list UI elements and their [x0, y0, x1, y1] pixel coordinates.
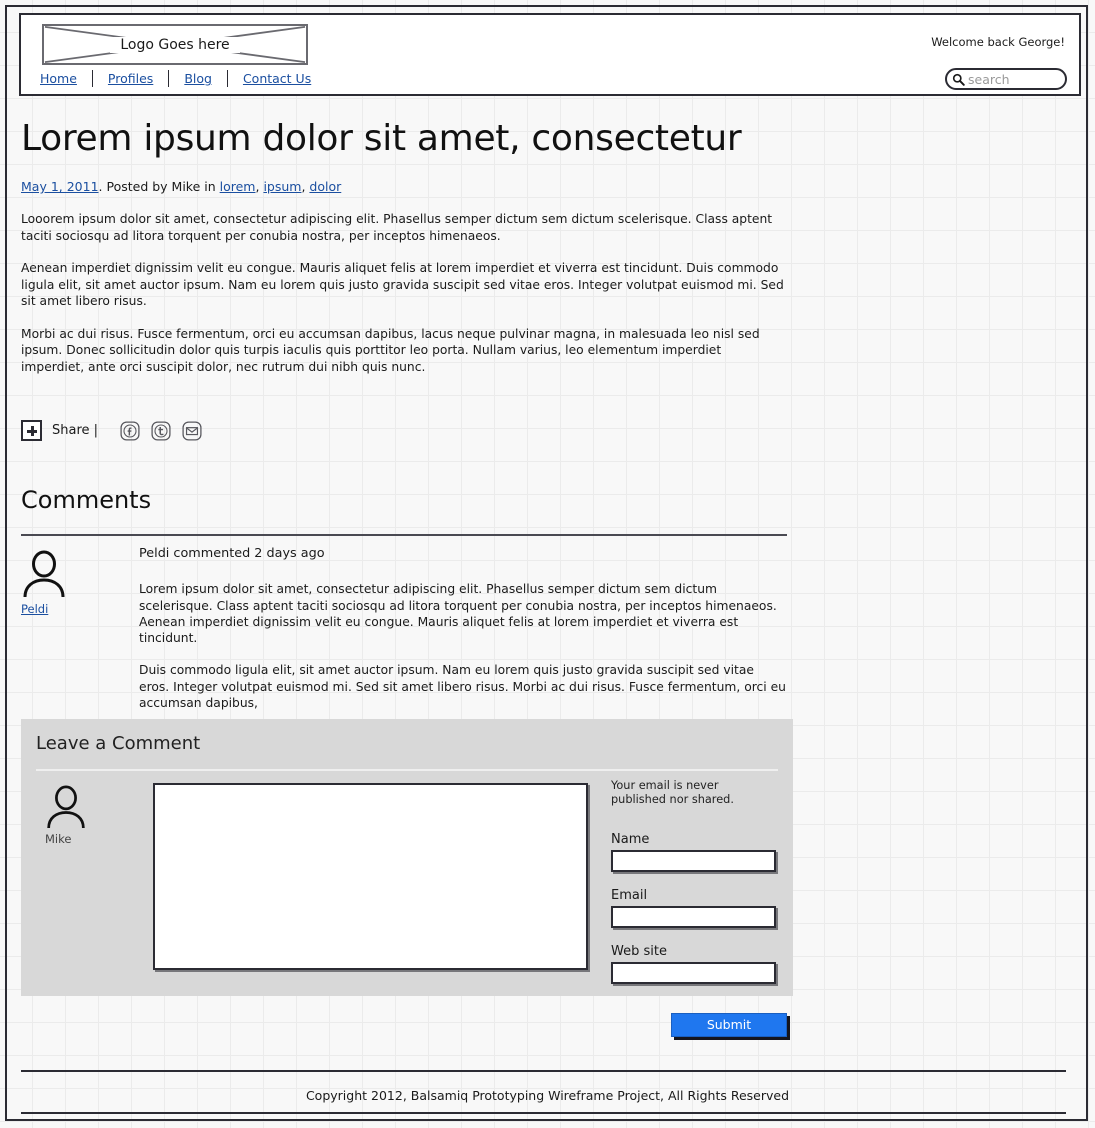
- site-header: Logo Goes here Home Profiles Blog Contac…: [19, 13, 1081, 96]
- nav-item-contact-us[interactable]: Contact Us: [242, 71, 312, 86]
- post-tag-ipsum[interactable]: ipsum: [263, 179, 301, 194]
- comment-meta: Peldi commented 2 days ago: [139, 546, 325, 561]
- avatar-icon: [23, 550, 65, 598]
- page-title: Lorem ipsum dolor sit amet, consectetur: [21, 118, 742, 159]
- submit-button[interactable]: Submit: [671, 1013, 787, 1037]
- logo-placeholder[interactable]: Logo Goes here: [42, 24, 308, 65]
- post-paragraph: Looorem ipsum dolor sit amet, consectetu…: [21, 212, 773, 243]
- share-row: Share |: [21, 420, 213, 441]
- comment-paragraph: Duis commodo ligula elit, sit amet aucto…: [139, 663, 786, 711]
- email-field-label: Email: [611, 888, 648, 903]
- post-date-link[interactable]: May 1, 2011: [21, 179, 99, 194]
- twitter-icon[interactable]: [151, 420, 171, 441]
- post-byline-middle: . Posted by Mike in: [98, 179, 220, 194]
- comment-paragraph: Lorem ipsum dolor sit amet, consectetur …: [139, 582, 777, 646]
- name-field-label: Name: [611, 832, 650, 847]
- nav-item-profiles[interactable]: Profiles: [107, 71, 154, 86]
- comments-heading: Comments: [21, 486, 152, 514]
- privacy-note: Your email is never published nor shared…: [611, 779, 734, 806]
- comment-content: Peldi commented 2 days ago Lorem ipsum d…: [139, 546, 787, 727]
- leave-comment-divider: [36, 769, 778, 771]
- nav-separator: [226, 70, 228, 87]
- comment-author-link[interactable]: Peldi: [21, 602, 48, 616]
- facebook-icon[interactable]: [120, 420, 140, 441]
- footer-divider-bottom: [21, 1112, 1066, 1114]
- post-byline: May 1, 2011. Posted by Mike in lorem, ip…: [21, 179, 342, 194]
- post-body: Looorem ipsum dolor sit amet, consectetu…: [21, 211, 787, 391]
- nav-separator: [168, 70, 170, 87]
- post-tag-lorem[interactable]: lorem: [220, 179, 256, 194]
- nav-item-home[interactable]: Home: [39, 71, 78, 86]
- search-icon: [952, 73, 965, 86]
- logo-label: Logo Goes here: [110, 36, 240, 53]
- search-input[interactable]: search: [968, 72, 1010, 87]
- comment-author-column: Peldi: [21, 550, 121, 617]
- post-paragraph: Aenean imperdiet dignissim velit eu cong…: [21, 261, 784, 308]
- website-field-label: Web site: [611, 944, 667, 959]
- nav-item-blog[interactable]: Blog: [183, 71, 213, 86]
- website-field[interactable]: [611, 962, 776, 984]
- name-field[interactable]: [611, 850, 776, 872]
- avatar-icon: [47, 785, 85, 829]
- nav-separator: [91, 70, 93, 87]
- leave-comment-heading: Leave a Comment: [36, 733, 201, 754]
- plus-icon[interactable]: [21, 420, 42, 441]
- current-user-name: Mike: [45, 832, 72, 846]
- comments-divider: [21, 534, 787, 536]
- email-field[interactable]: [611, 906, 776, 928]
- footer-copyright: Copyright 2012, Balsamiq Prototyping Wir…: [305, 1088, 790, 1103]
- email-icon[interactable]: [182, 420, 202, 441]
- share-label: Share |: [52, 423, 99, 438]
- primary-nav: Home Profiles Blog Contact Us: [39, 70, 312, 87]
- social-icon-group: [120, 420, 213, 441]
- comment-form-fields: Your email is never published nor shared…: [611, 779, 781, 1000]
- current-user-avatar-column: Mike: [45, 785, 135, 846]
- post-tag-dolor[interactable]: dolor: [309, 179, 341, 194]
- welcome-message: Welcome back George!: [931, 35, 1065, 49]
- post-paragraph: Morbi ac dui risus. Fusce fermentum, orc…: [21, 326, 760, 374]
- comment-textarea[interactable]: [153, 783, 588, 970]
- search-box[interactable]: search: [945, 68, 1067, 90]
- footer-divider-top: [21, 1070, 1066, 1072]
- leave-comment-panel: Leave a Comment Mike Your email is never…: [21, 719, 793, 996]
